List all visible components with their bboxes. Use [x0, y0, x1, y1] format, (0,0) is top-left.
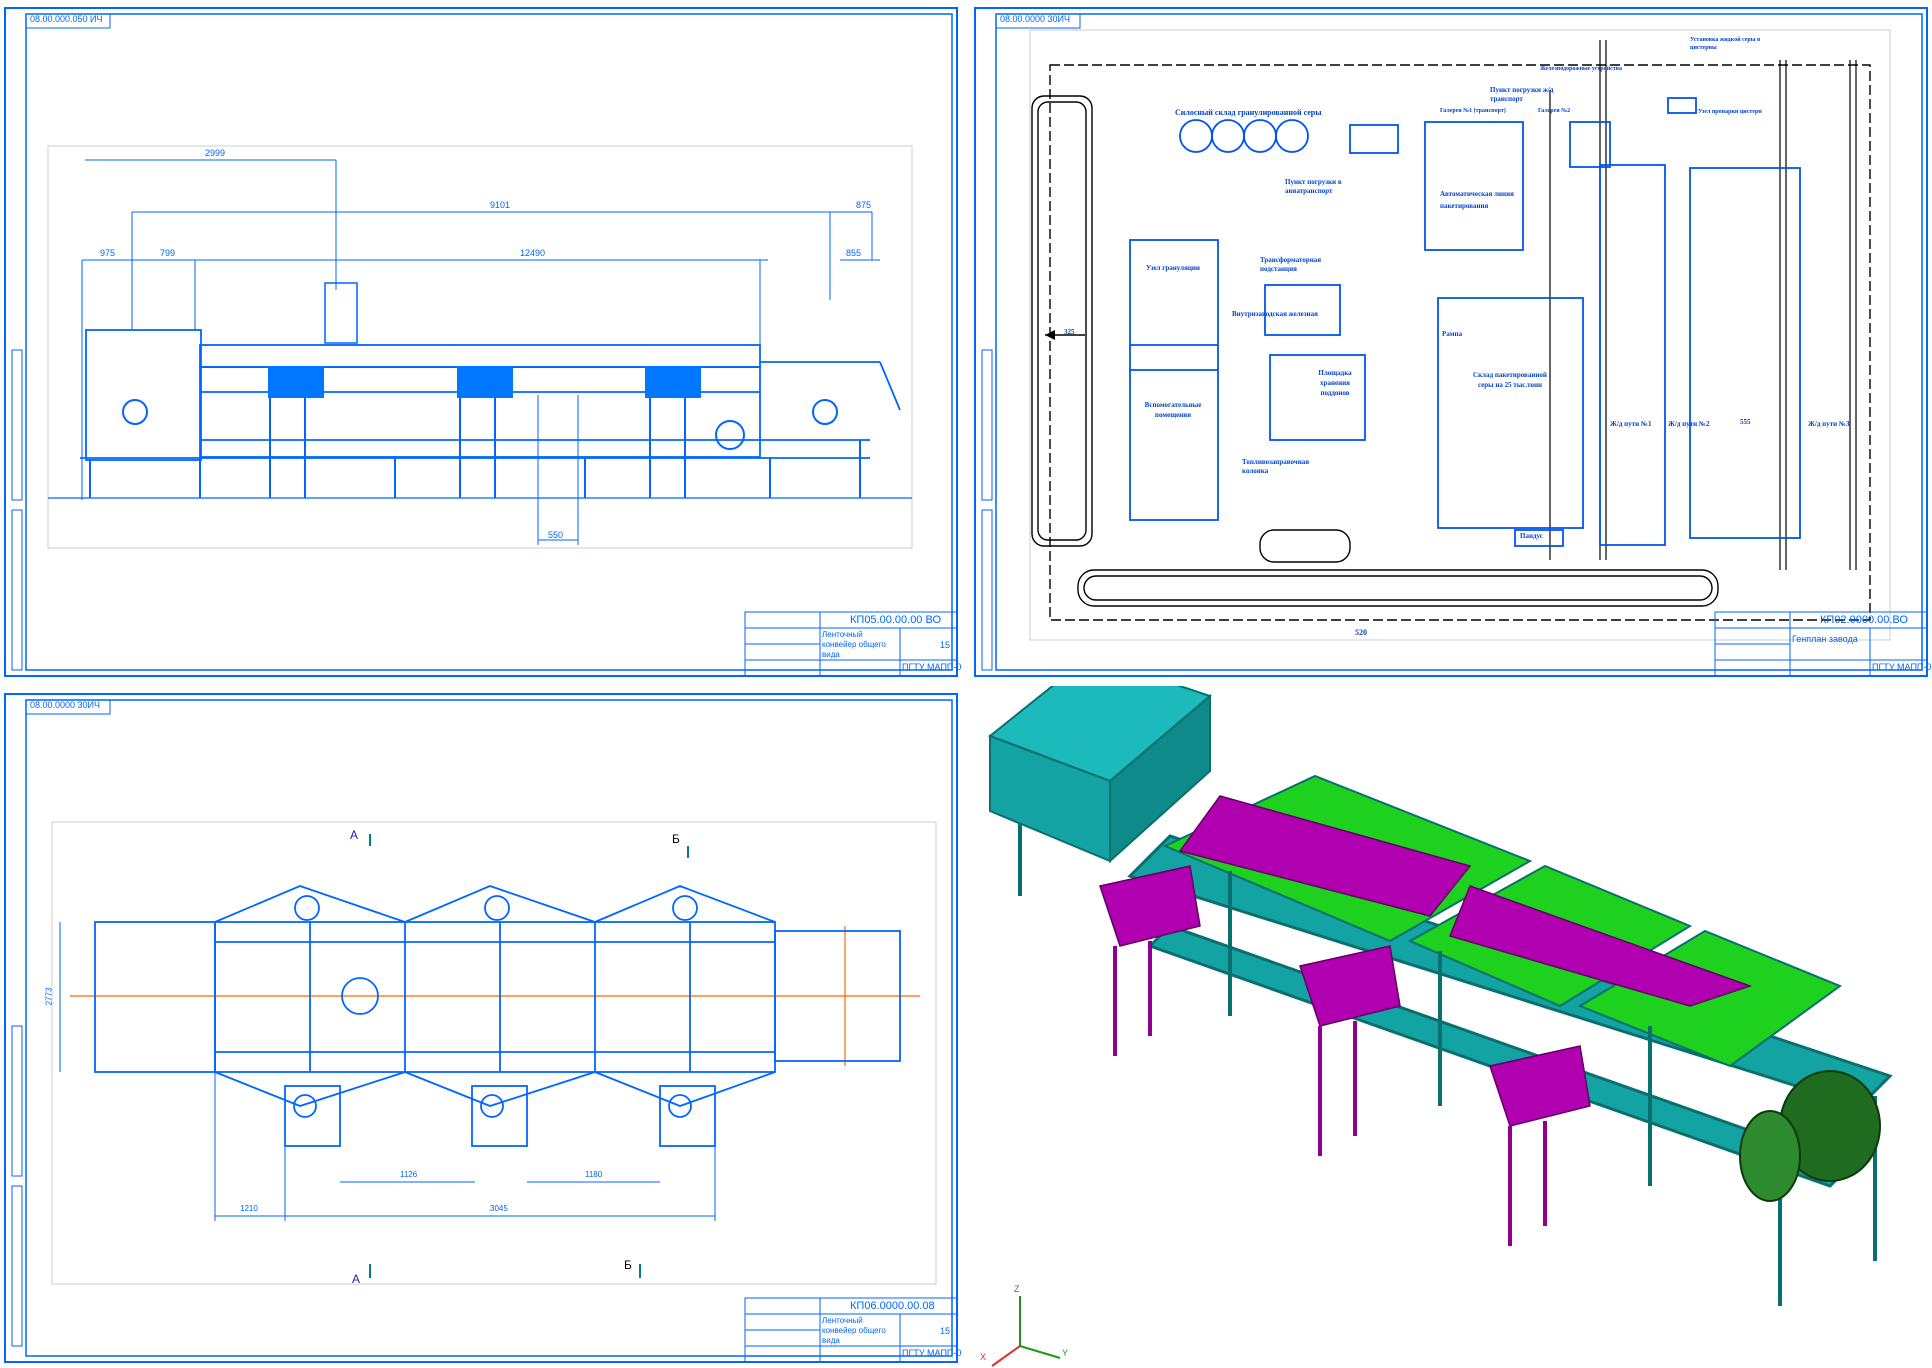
plan-label-pallets: Площадка хранения поддонов [1318, 369, 1352, 397]
plan-label-granulation: Узел грануляции [1146, 264, 1200, 272]
plan-label-packing-line: Автоматическая линия пакетирования [1440, 190, 1514, 210]
viewport-top-view[interactable]: 08.00.0000 30ИЧ А Б А Б 2773 1210 1126 1… [0, 686, 962, 1368]
top-titleblock-org: ПГТУ МАПП-06 [902, 1348, 962, 1358]
side-titleblock-code: КП05.00.00.00 ВО [850, 614, 942, 626]
plan-label-ramp: Рампа [1442, 330, 1463, 338]
top-section-b-bottom: Б [624, 1258, 632, 1272]
side-dim-975: 975 [100, 248, 116, 258]
axis-z-label: Z [1014, 1284, 1020, 1294]
plan-dim-bottom: 520 [1355, 628, 1367, 637]
axis-y-label: Y [1062, 1348, 1069, 1358]
plan-label-rail-loading: Пункт погрузки ж/д транспорт [1490, 86, 1554, 103]
viewport-site-plan[interactable]: 08.00.0000 30ИЧ Силосный склад гранулиро… [970, 0, 1932, 682]
top-dim-4: 3045 [490, 1204, 508, 1213]
side-elevation-drawing [4, 7, 958, 677]
top-dim-3: 1180 [585, 1170, 603, 1179]
viewport-side-elevation[interactable]: 08.00.000.050 ИЧ 2999 9101 875 975 799 1… [0, 0, 962, 682]
plan-stamp: 08.00.0000 30ИЧ [1000, 14, 1071, 24]
top-titleblock-desc: Ленточный конвейер общего вида [822, 1316, 886, 1345]
side-titleblock-desc: Ленточный конвейер общего вида [822, 630, 886, 659]
plan-label-gallery-1: Галерея №1 (транспорт) [1440, 108, 1506, 114]
top-dim-2: 1126 [400, 1170, 418, 1179]
top-stamp: 08.00.0000 30ИЧ [30, 700, 101, 710]
side-titleblock-org: ПГТУ МАПП-06 [902, 662, 962, 672]
top-section-b-top: Б [672, 832, 680, 846]
plan-titleblock-code: КП02.0000.00.ВО [1820, 614, 1908, 626]
plan-label-rail-2: Ж/д пути №2 [1668, 420, 1710, 428]
top-dim-left: 2773 [44, 987, 54, 1006]
plan-titleblock-org: ПГТУ МАПП-06 [1872, 662, 1932, 672]
side-dim-9101: 9101 [490, 200, 511, 210]
plan-label-gallery-2: Галерея №2 [1538, 108, 1571, 114]
side-dim-799: 799 [160, 248, 176, 258]
plan-label-aux: Вспомогательные помещения [1144, 401, 1202, 419]
plan-label-warehouse: Склад пакетированной серы на 25 тыс.тонн [1473, 371, 1547, 389]
top-dim-1: 1210 [240, 1204, 258, 1213]
top-titleblock-sheet: 15 [940, 1326, 951, 1336]
plan-label-auto-loading: Пункт погрузки в авиатранспорт [1285, 178, 1342, 195]
plan-label-rail-3: Ж/д пути №3 [1808, 420, 1850, 428]
viewport-3d-model[interactable]: X Y Z [970, 686, 1932, 1368]
top-section-a-top: А [350, 828, 359, 842]
conveyor-3d-model [988, 686, 1893, 1367]
plan-label-rail-1: Ж/д пути №1 [1610, 420, 1652, 428]
plan-dim-left: 325 [1064, 328, 1075, 336]
side-dim-12490: 12490 [520, 248, 546, 258]
side-dim-855: 855 [846, 248, 862, 258]
plan-label-transformer: Трансформаторная подстанция [1260, 256, 1322, 273]
plan-label-silo: Силосный склад гранулированной серы [1175, 108, 1322, 117]
plan-label-rail-internal: Внутризаводская железная [1232, 310, 1318, 318]
plan-dim-right: 555 [1740, 418, 1751, 426]
top-view-drawing [4, 693, 958, 1363]
side-dim-2999: 2999 [205, 148, 226, 158]
site-plan-drawing [974, 7, 1928, 677]
plan-label-liquid-sulfur: Установка жидкой серы в цистерны [1690, 37, 1761, 51]
axis-x-label: X [980, 1352, 987, 1362]
side-titleblock-sheet: 15 [940, 640, 951, 650]
side-dim-875: 875 [856, 200, 872, 210]
side-stamp: 08.00.000.050 ИЧ [30, 14, 103, 24]
plan-titleblock-desc: Генплан завода [1792, 634, 1858, 644]
top-titleblock-code: КП06.0000.00.08 [850, 1300, 935, 1312]
plan-label-steaming: Узел пропарки цистерн [1698, 109, 1762, 115]
top-section-a-bottom: А [352, 1272, 361, 1286]
plan-label-pandus: Пандус [1520, 532, 1543, 540]
plan-label-rail-devices: Железнодорожные устройства [1540, 66, 1623, 72]
side-dim-550: 550 [548, 530, 564, 540]
plan-label-fuel: Топливозаправочная колонка [1242, 458, 1310, 475]
